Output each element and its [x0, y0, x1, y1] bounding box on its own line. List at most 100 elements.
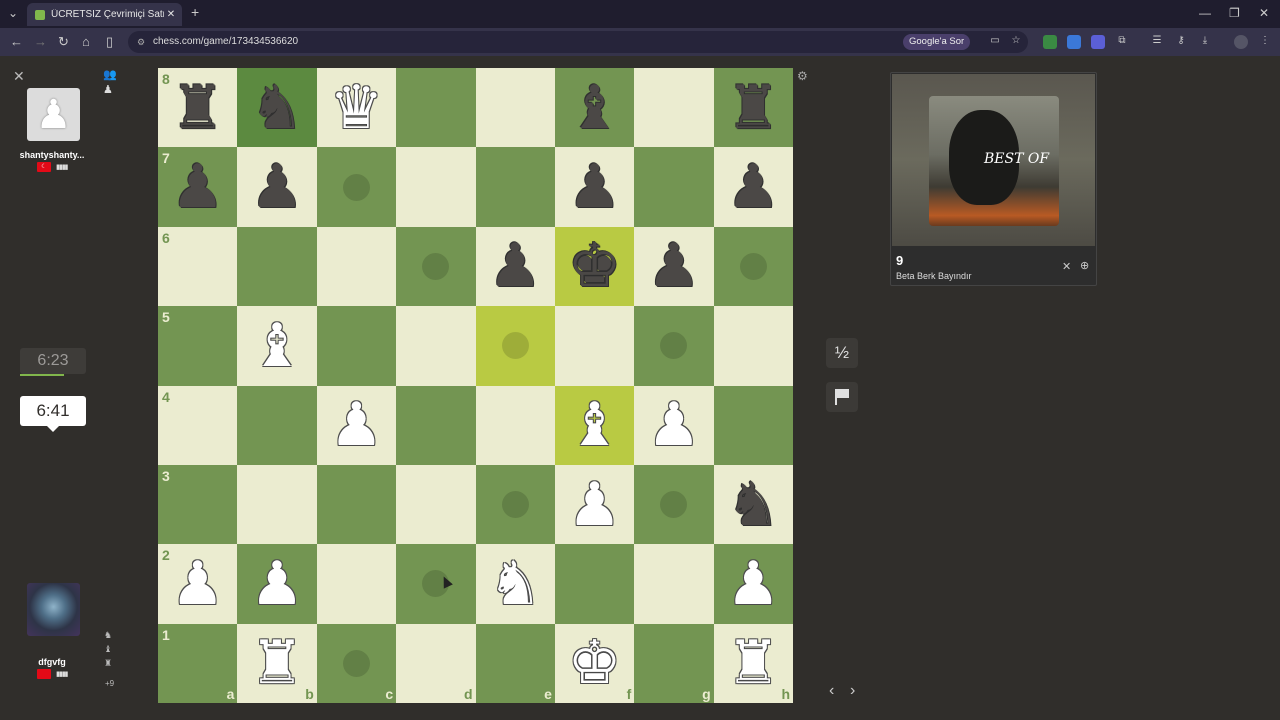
- forward-icon[interactable]: →: [34, 34, 47, 49]
- black-pawn-icon[interactable]: ♟: [476, 227, 555, 306]
- black-king-icon[interactable]: ♚: [555, 227, 634, 306]
- browser-tab[interactable]: ÜCRETSİZ Çevrimiçi Satranç Oy ✕: [27, 3, 182, 26]
- white-pawn-icon[interactable]: ♟: [634, 386, 713, 465]
- extension-blue-icon[interactable]: [1067, 35, 1081, 49]
- new-tab-button[interactable]: +: [191, 4, 199, 20]
- square-c4[interactable]: ♟: [316, 385, 397, 465]
- black-knight-icon[interactable]: ♞: [237, 68, 316, 147]
- white-pawn-icon[interactable]: ♟: [158, 544, 237, 623]
- square-b7[interactable]: ♟: [237, 147, 317, 227]
- black-pawn-icon[interactable]: ♟: [158, 147, 237, 226]
- move-hint-dot[interactable]: [501, 332, 529, 360]
- google-ask-button[interactable]: Google'a Sor: [903, 34, 971, 50]
- square-g5[interactable]: [634, 306, 714, 386]
- chess-board[interactable]: 8 ♜ ♞ ♛ ♝ ♜ 7 ♟ ♟ ♟ ♟ 6 ♟ ♚ ♟ 5 ♝ 4 ♟ ♝ ♟ 3 ♟ ♞ 2 ♟ ♟ ♞ ♟ 1 a b ♜ c d e f ♚ g h…: [158, 68, 794, 704]
- site-info-icon[interactable]: ⚙: [137, 31, 145, 53]
- square-c6[interactable]: [316, 226, 397, 307]
- square-h6[interactable]: [713, 226, 794, 307]
- white-bishop-icon[interactable]: ♝: [555, 386, 634, 465]
- password-key-icon[interactable]: ⚷: [1174, 34, 1188, 48]
- square-f4[interactable]: ♝: [554, 385, 635, 465]
- move-hint-dot[interactable]: [422, 252, 450, 280]
- square-c2[interactable]: [316, 544, 397, 624]
- home-icon[interactable]: ⌂: [82, 34, 90, 49]
- square-h1[interactable]: h ♜: [713, 623, 794, 704]
- back-icon[interactable]: ←: [10, 34, 23, 49]
- square-a2[interactable]: 2 ♟: [158, 544, 238, 624]
- board-settings-gear-icon[interactable]: ⚙: [797, 69, 808, 83]
- opponent-name[interactable]: shantyshanty...: [10, 150, 94, 160]
- square-g7[interactable]: [634, 147, 714, 227]
- square-e2[interactable]: ♞: [475, 544, 555, 624]
- move-hint-dot[interactable]: [660, 332, 688, 360]
- offer-draw-button[interactable]: ½: [826, 338, 858, 368]
- white-pawn-icon[interactable]: ♟: [237, 544, 316, 623]
- black-rook-icon[interactable]: ♜: [714, 68, 793, 147]
- square-h5[interactable]: [713, 306, 794, 386]
- square-a5[interactable]: 5: [158, 306, 238, 386]
- square-d7[interactable]: [396, 147, 476, 227]
- square-f2[interactable]: [554, 544, 635, 624]
- move-hint-dot[interactable]: [739, 252, 767, 280]
- reload-icon[interactable]: ↻: [58, 34, 69, 50]
- media-close-icon[interactable]: ✕: [1062, 260, 1071, 273]
- square-b5[interactable]: ♝: [237, 306, 317, 386]
- move-hint-dot[interactable]: [501, 491, 529, 519]
- window-close-button[interactable]: ✕: [1259, 6, 1269, 20]
- square-b2[interactable]: ♟: [237, 544, 317, 624]
- square-f3[interactable]: ♟: [554, 464, 635, 545]
- move-hint-dot[interactable]: [342, 649, 370, 677]
- white-pawn-icon[interactable]: ♟: [555, 465, 634, 544]
- black-knight-icon[interactable]: ♞: [714, 465, 793, 544]
- square-h2[interactable]: ♟: [713, 544, 794, 624]
- square-a8[interactable]: 8 ♜: [158, 68, 238, 148]
- square-h8[interactable]: ♜: [713, 68, 794, 148]
- browser-menu-icon[interactable]: ⋮: [1258, 34, 1272, 48]
- extension-shield-icon[interactable]: [1043, 35, 1057, 49]
- resign-flag-button[interactable]: [826, 382, 858, 412]
- square-f1[interactable]: f ♚: [554, 623, 635, 704]
- black-pawn-icon[interactable]: ♟: [555, 147, 634, 226]
- square-b8[interactable]: ♞: [237, 68, 317, 148]
- square-d8[interactable]: [396, 68, 476, 148]
- black-pawn-icon[interactable]: ♟: [237, 147, 316, 226]
- bookmark-star-icon[interactable]: ☆: [1009, 34, 1023, 48]
- square-g4[interactable]: ♟: [634, 385, 714, 465]
- square-f7[interactable]: ♟: [554, 147, 635, 227]
- white-bishop-icon[interactable]: ♝: [237, 306, 316, 385]
- reading-list-icon[interactable]: ☰: [1150, 34, 1164, 48]
- square-g3[interactable]: [634, 464, 714, 545]
- my-avatar[interactable]: [27, 583, 80, 636]
- square-g8[interactable]: [634, 68, 714, 148]
- tab-list-chevron-icon[interactable]: ⌄: [8, 6, 18, 20]
- square-d1[interactable]: d: [396, 623, 476, 704]
- black-pawn-icon[interactable]: ♟: [634, 227, 713, 306]
- square-d4[interactable]: [396, 385, 476, 465]
- square-e4[interactable]: [475, 385, 555, 465]
- square-f6[interactable]: ♚: [554, 226, 635, 307]
- square-e7[interactable]: [475, 147, 555, 227]
- friends-icon[interactable]: 👥: [103, 68, 117, 81]
- square-a1[interactable]: 1a: [158, 623, 238, 704]
- black-rook-icon[interactable]: ♜: [158, 68, 237, 147]
- square-f5[interactable]: [554, 306, 635, 386]
- square-b3[interactable]: [237, 464, 317, 545]
- extensions-puzzle-icon[interactable]: ⧉: [1115, 34, 1129, 48]
- minimize-button[interactable]: —: [1199, 6, 1211, 20]
- square-a7[interactable]: 7 ♟: [158, 147, 238, 227]
- square-a6[interactable]: 6: [158, 226, 238, 307]
- square-g6[interactable]: ♟: [634, 226, 714, 307]
- square-e1[interactable]: e: [475, 623, 555, 704]
- square-b6[interactable]: [237, 226, 317, 307]
- my-name[interactable]: dfgvfg: [10, 657, 94, 667]
- square-g1[interactable]: g: [634, 623, 714, 704]
- white-queen-icon[interactable]: ♛: [317, 68, 396, 147]
- square-c5[interactable]: [316, 306, 397, 386]
- square-e6[interactable]: ♟: [475, 226, 555, 307]
- white-rook-icon[interactable]: ♜: [714, 624, 793, 703]
- square-e8[interactable]: [475, 68, 555, 148]
- move-hint-dot[interactable]: [342, 173, 370, 201]
- square-c1[interactable]: c: [316, 623, 397, 704]
- extension-discord-icon[interactable]: [1091, 35, 1105, 49]
- black-pawn-icon[interactable]: ♟: [714, 147, 793, 226]
